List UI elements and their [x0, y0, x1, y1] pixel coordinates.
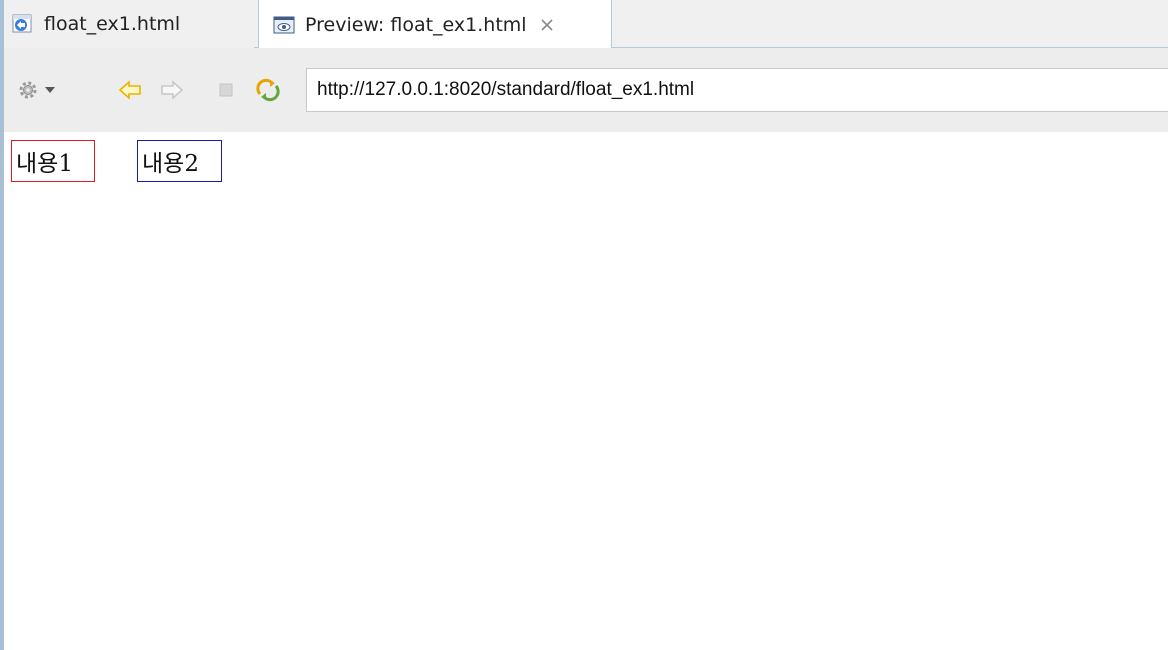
- close-icon[interactable]: [539, 17, 555, 33]
- html-file-icon: [12, 14, 34, 34]
- ide-window: float_ex1.html Preview: float_ex1.html h…: [0, 0, 1168, 650]
- stop-icon[interactable]: [214, 78, 238, 102]
- content-box-2-text: 내용2: [142, 151, 199, 177]
- chevron-down-icon[interactable]: [42, 78, 58, 102]
- tab-preview-float-ex1-html[interactable]: Preview: float_ex1.html: [258, 0, 612, 49]
- url-text: http://127.0.0.1:8020/standard/float_ex1…: [317, 79, 695, 100]
- browser-toolbar: http://127.0.0.1:8020/standard/float_ex1…: [0, 48, 1168, 132]
- preview-content: 내용1 내용2: [4, 132, 1168, 650]
- refresh-icon[interactable]: [256, 78, 280, 102]
- tab-label: float_ex1.html: [44, 13, 181, 35]
- tab-float-ex1-html[interactable]: float_ex1.html: [4, 0, 254, 48]
- tab-label: Preview: float_ex1.html: [305, 13, 527, 36]
- url-input[interactable]: http://127.0.0.1:8020/standard/float_ex1…: [306, 68, 1168, 112]
- back-arrow-icon[interactable]: [118, 78, 142, 102]
- content-box-1: 내용1: [11, 140, 95, 182]
- gear-icon[interactable]: [16, 78, 40, 102]
- preview-icon: [273, 15, 295, 35]
- content-box-2: 내용2: [137, 140, 222, 182]
- editor-tab-bar: float_ex1.html Preview: float_ex1.html: [0, 0, 1168, 49]
- content-box-1-text: 내용1: [16, 151, 73, 177]
- window-left-edge: [0, 0, 4, 650]
- forward-arrow-icon[interactable]: [160, 78, 184, 102]
